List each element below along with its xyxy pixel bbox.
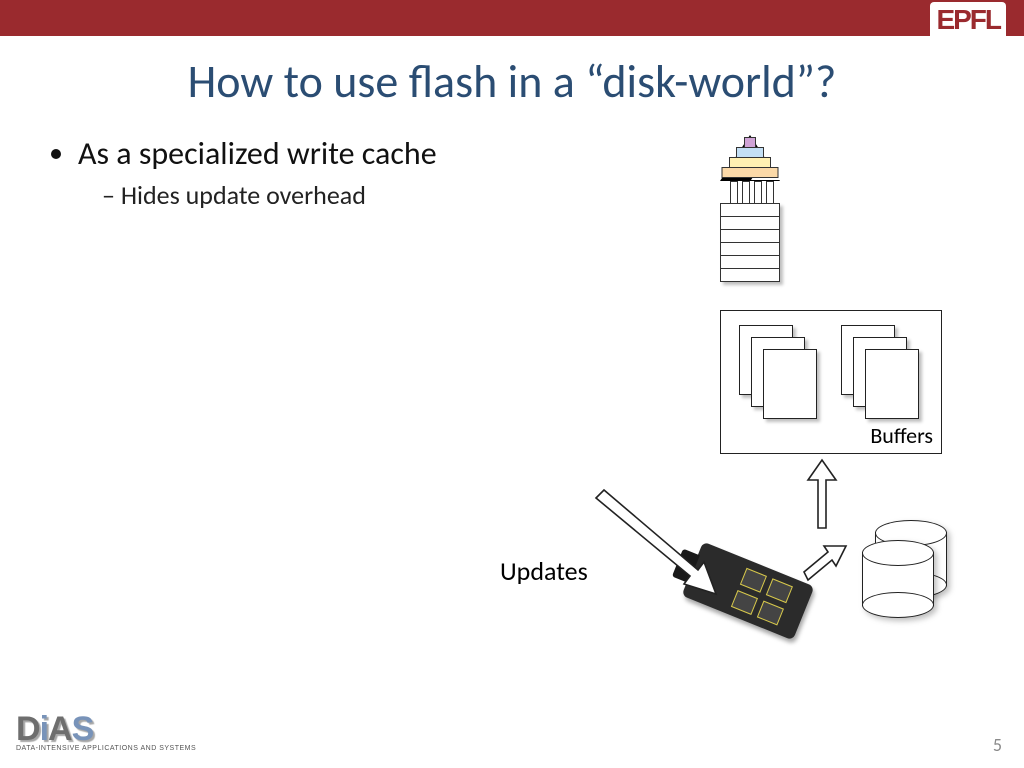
dias-subtitle: Data-Intensive Applications and Systems [16, 745, 196, 752]
page-number: 5 [993, 734, 1002, 756]
pyramid-icon [720, 135, 780, 181]
slide-title: How to use flash in a “disk-world”? [0, 54, 1024, 110]
arrow-up-icon [808, 460, 836, 528]
buffers-label: Buffers [870, 422, 933, 449]
updates-label: Updates [500, 555, 588, 587]
buffers-box: Buffers [720, 310, 942, 454]
epfl-logo: EPFL [930, 2, 1006, 36]
flash-card-icon [682, 542, 815, 641]
disk-cylinder-icon [862, 540, 934, 618]
bullet-1-text: As a specialized write cache [78, 134, 437, 173]
arrow-diag-small-icon [804, 546, 846, 580]
bullet-1: As a specialized write cache Hides updat… [78, 134, 964, 211]
slide-body: As a specialized write cache Hides updat… [0, 134, 1024, 211]
bullet-1-sub-1: Hides update overhead [102, 179, 964, 211]
header-bar [0, 0, 1024, 36]
dias-logo: DiAS Data-Intensive Applications and Sys… [16, 710, 196, 752]
